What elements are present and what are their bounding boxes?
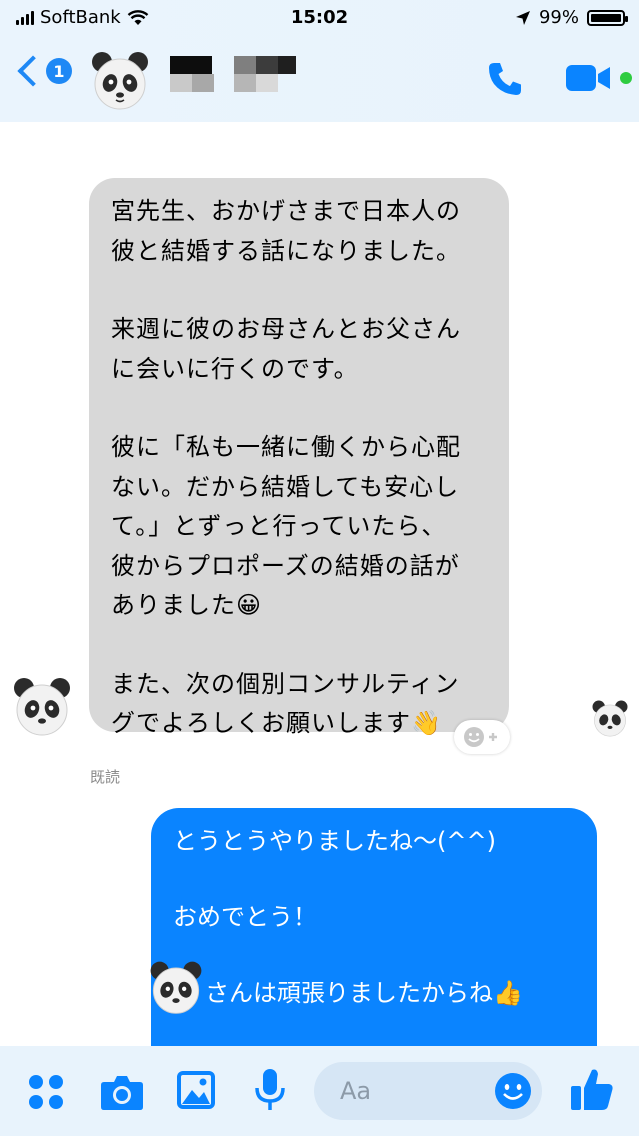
battery-icon [587, 9, 628, 26]
status-bar: SoftBank 15:02 99% [0, 0, 639, 36]
message-paragraph: 宮先生、おかげさまで日本人の 彼と結婚する話になりました。 [111, 197, 461, 265]
status-right: 99% [515, 7, 628, 28]
apps-grid-icon[interactable] [26, 1072, 66, 1112]
camera-icon[interactable] [100, 1072, 144, 1112]
contact-name-redacted[interactable] [170, 54, 310, 94]
gallery-image-icon[interactable] [176, 1070, 216, 1110]
video-camera-icon [566, 65, 610, 91]
battery-percent: 99% [538, 7, 579, 28]
location-arrow-icon [515, 10, 530, 25]
chevron-left-icon [17, 55, 49, 87]
back-button[interactable]: 1 [14, 55, 72, 87]
message-paragraph: 来週に彼のお母さんとお父さん に会いに行くのです。 [111, 315, 461, 383]
message-list: 宮先生、おかげさまで日本人の 彼と結婚する話になりました。 来週に彼のお母さんと… [0, 122, 639, 1068]
top-bar: SoftBank 15:02 99% 1 [0, 0, 639, 122]
smiley-add-icon [464, 727, 497, 747]
thumbs-up-icon[interactable] [570, 1066, 614, 1112]
read-receipt-panda-icon [592, 700, 628, 737]
incoming-message-bubble[interactable]: 宮先生、おかげさまで日本人の 彼と結婚する話になりました。 来週に彼のお母さんと… [89, 178, 509, 737]
video-call-button[interactable] [566, 62, 632, 98]
conversation-header: 1 [0, 44, 639, 114]
sender-panda-avatar-icon[interactable] [10, 674, 74, 738]
message-input-placeholder: Aa [340, 1077, 372, 1105]
message-line: おめでとう！ [173, 903, 317, 931]
message-line: とうとうやりましたね〜(^^) [173, 827, 496, 855]
message-paragraph: 彼に「私も一緒に働くから心配 ない。だから結婚しても安心し て。」とずっと行って… [111, 433, 461, 619]
outgoing-message-bubble[interactable]: とうとうやりましたね〜(^^) おめでとう！ さんは頑張りましたからね👍 [150, 808, 597, 1068]
emoji-icon[interactable] [494, 1072, 532, 1110]
composer-bar: Aa [0, 1046, 639, 1136]
panda-avatar-icon[interactable] [88, 48, 152, 112]
phone-call-icon[interactable] [484, 58, 526, 100]
message-text: さんは頑張りましたからね👍 [205, 979, 523, 1007]
message-line-with-emoji: さんは頑張りましたからね👍 [150, 961, 577, 1014]
read-status: 既読 [90, 768, 121, 786]
unread-badge: 1 [46, 58, 72, 84]
panda-emoji-icon [150, 961, 202, 1014]
message-paragraph: また、次の個別コンサルティン グでよろしくお願いします👋 [111, 669, 460, 738]
microphone-icon[interactable] [252, 1068, 288, 1112]
message-input[interactable]: Aa [314, 1062, 542, 1120]
add-reaction-button[interactable] [454, 720, 510, 754]
online-indicator [620, 72, 632, 84]
